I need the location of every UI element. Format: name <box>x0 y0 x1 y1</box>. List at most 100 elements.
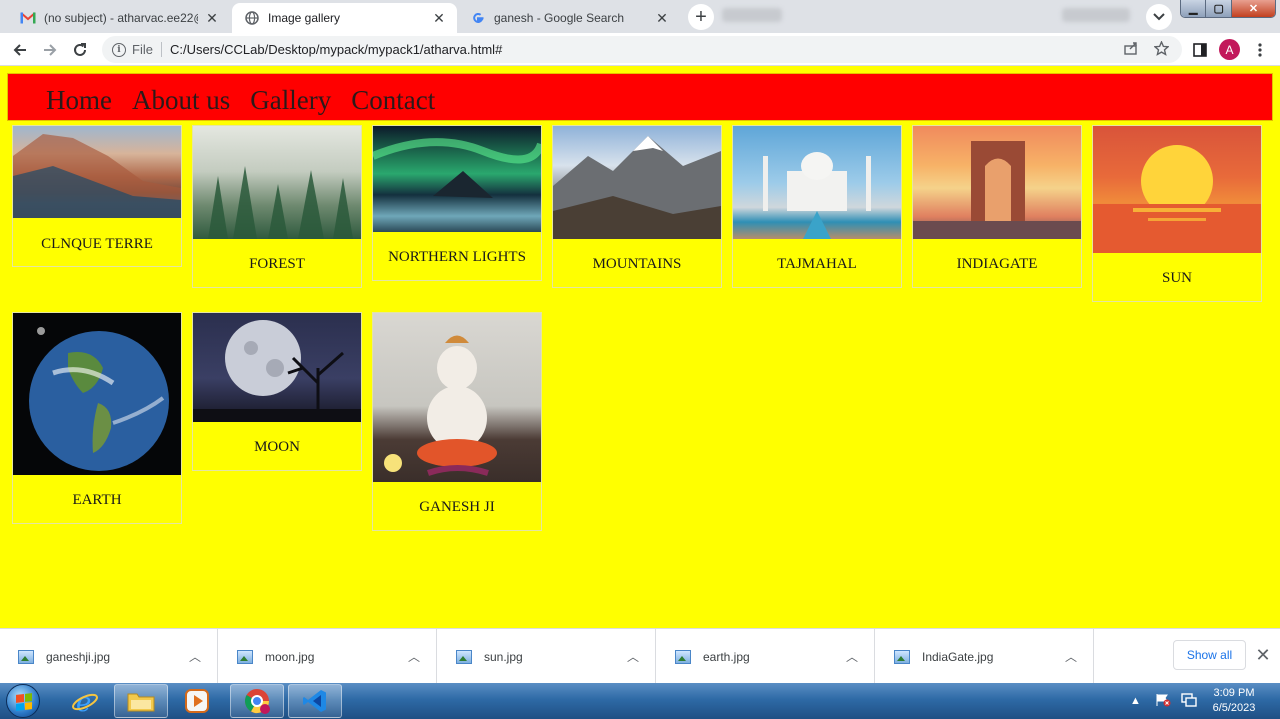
clock-time: 3:09 PM <box>1213 687 1255 699</box>
tab-search-button[interactable] <box>1146 4 1172 30</box>
mountains-image <box>553 126 721 239</box>
chrome-icon[interactable] <box>230 684 284 718</box>
url-text: C:/Users/CCLab/Desktop/mypack/mypack1/at… <box>169 42 503 57</box>
close-window-button[interactable]: ✕ <box>1231 0 1275 17</box>
tab-google-search[interactable]: ganesh - Google Search ✕ <box>458 3 680 33</box>
image-file-icon <box>675 649 691 664</box>
download-item[interactable]: earth.jpg ︿ <box>657 629 875 684</box>
back-button[interactable] <box>8 38 32 62</box>
tab-gmail[interactable]: (no subject) - atharvac.ee22@sbj ✕ <box>8 3 230 33</box>
tajmahal-image <box>733 126 901 239</box>
nav-gallery[interactable]: Gallery <box>250 80 331 120</box>
close-icon[interactable]: ✕ <box>204 10 220 26</box>
nav-home[interactable]: Home <box>46 80 112 120</box>
northern-lights-image <box>373 126 541 232</box>
chevron-down-icon <box>1153 13 1165 21</box>
gallery-caption: SUN <box>1161 270 1192 286</box>
show-all-button[interactable]: Show all <box>1173 640 1246 670</box>
gallery-card-northern-lights[interactable]: NORTHERN LIGHTS <box>372 125 542 281</box>
gallery-card-ganesh-ji[interactable]: GANESH JI <box>372 312 542 531</box>
share-icon[interactable] <box>1124 41 1139 59</box>
gallery-caption: MOUNTAINS <box>592 256 682 272</box>
chevron-up-icon[interactable]: ︿ <box>1065 648 1077 665</box>
new-tab-button[interactable]: + <box>688 4 714 30</box>
close-icon[interactable]: ✕ <box>431 10 447 26</box>
download-item[interactable]: sun.jpg ︿ <box>438 629 656 684</box>
address-bar[interactable]: i File C:/Users/CCLab/Desktop/mypack/myp… <box>102 36 1182 63</box>
globe-icon <box>244 10 260 26</box>
download-filename: ganeshji.jpg <box>46 649 111 664</box>
gallery-caption: TAJMAHAL <box>777 256 857 272</box>
navbar: Home About us Gallery Contact <box>7 73 1273 121</box>
gallery-caption: CLNQUE TERRE <box>41 236 153 252</box>
minimize-button[interactable]: ▁ <box>1181 0 1207 17</box>
windows-taskbar: e ▲ 3:09 PM 6/5/2023 <box>0 683 1280 719</box>
info-icon[interactable]: i <box>112 42 126 57</box>
gallery-card-indiagate[interactable]: INDIAGATE <box>912 125 1082 288</box>
download-item[interactable]: ganeshji.jpg ︿ <box>0 629 218 684</box>
side-panel-icon <box>1193 43 1207 57</box>
gallery-caption: MOON <box>254 439 300 455</box>
gallery-caption: EARTH <box>72 492 122 508</box>
windows-logo-icon <box>16 693 32 711</box>
gallery-card-mountains[interactable]: MOUNTAINS <box>552 125 722 288</box>
tab-title: ganesh - Google Search <box>494 11 625 25</box>
gallery-card-sun[interactable]: SUN <box>1092 125 1262 302</box>
chevron-up-icon[interactable]: ︿ <box>846 648 858 665</box>
side-panel-button[interactable] <box>1190 38 1210 62</box>
svg-text:e: e <box>76 688 91 715</box>
gallery-caption: NORTHERN LIGHTS <box>388 249 526 265</box>
close-icon[interactable]: ✕ <box>654 10 670 26</box>
reload-button[interactable] <box>68 38 92 62</box>
gallery-caption: FOREST <box>249 256 305 272</box>
vscode-icon[interactable] <box>288 684 342 718</box>
earth-image <box>13 313 181 475</box>
web-page: Home About us Gallery Contact CLNQUE TER… <box>0 66 1280 628</box>
start-button[interactable] <box>6 684 40 718</box>
tab-image-gallery[interactable]: Image gallery ✕ <box>232 3 457 33</box>
download-item[interactable]: moon.jpg ︿ <box>219 629 437 684</box>
gallery-card-tajmahal[interactable]: TAJMAHAL <box>732 125 902 288</box>
ganesh-ji-image <box>373 313 541 482</box>
gallery-caption: INDIAGATE <box>956 256 1038 272</box>
show-hidden-icons-icon[interactable]: ▲ <box>1130 695 1141 707</box>
nav-contact[interactable]: Contact <box>351 80 435 120</box>
scheme-label: File <box>132 42 162 57</box>
blurred-region <box>722 8 782 22</box>
gallery-card-earth[interactable]: EARTH <box>12 312 182 524</box>
action-center-flag-icon[interactable] <box>1155 693 1171 710</box>
arrow-left-icon <box>13 44 26 56</box>
nav-about-us[interactable]: About us <box>132 80 230 120</box>
taskbar-clock[interactable]: 3:09 PM 6/5/2023 <box>1200 686 1268 716</box>
sun-image <box>1093 126 1261 253</box>
cinque-terre-image <box>13 126 181 218</box>
more-vert-icon <box>1258 43 1262 57</box>
star-icon[interactable] <box>1153 40 1170 60</box>
moon-image <box>193 313 361 422</box>
browser-toolbar: i File C:/Users/CCLab/Desktop/mypack/myp… <box>0 33 1280 66</box>
close-icon[interactable]: ✕ <box>1253 645 1273 665</box>
gallery-card-moon[interactable]: MOON <box>192 312 362 471</box>
file-explorer-icon[interactable] <box>114 684 168 718</box>
clock-date: 6/5/2023 <box>1212 702 1256 714</box>
tab-strip: (no subject) - atharvac.ee22@sbj ✕ Image… <box>0 0 1280 33</box>
reload-icon <box>74 43 86 56</box>
menu-button[interactable] <box>1250 38 1270 62</box>
gmail-icon <box>20 10 36 26</box>
chevron-up-icon[interactable]: ︿ <box>627 648 639 665</box>
google-icon <box>470 10 486 26</box>
chevron-up-icon[interactable]: ︿ <box>408 648 420 665</box>
maximize-button[interactable]: ▢ <box>1206 0 1232 17</box>
internet-explorer-icon[interactable]: e <box>58 684 112 718</box>
profile-avatar[interactable]: A <box>1219 39 1240 60</box>
tab-title: (no subject) - atharvac.ee22@sbj <box>44 11 198 25</box>
gallery-card-forest[interactable]: FOREST <box>192 125 362 288</box>
forward-button[interactable] <box>38 38 62 62</box>
image-file-icon <box>237 649 253 664</box>
chevron-up-icon[interactable]: ︿ <box>189 648 201 665</box>
gallery-card-cinque-terre[interactable]: CLNQUE TERRE <box>12 125 182 267</box>
download-item[interactable]: IndiaGate.jpg ︿ <box>876 629 1094 684</box>
forest-image <box>193 126 361 239</box>
network-icon[interactable] <box>1181 692 1197 710</box>
media-player-icon[interactable] <box>170 684 224 718</box>
